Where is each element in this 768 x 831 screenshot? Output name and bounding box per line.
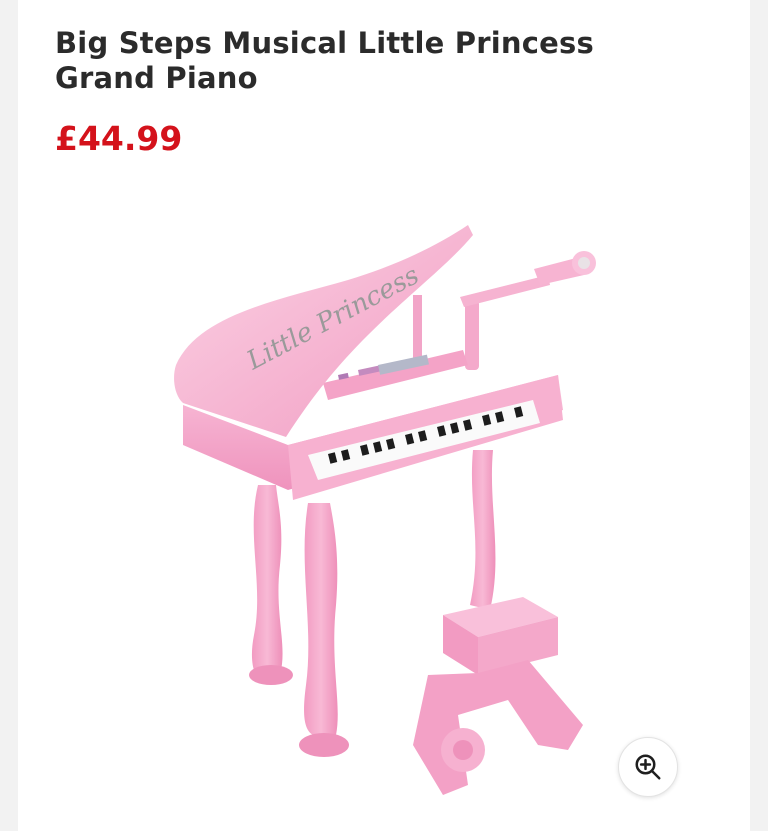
product-title: Big Steps Musical Little Princess Grand … [55,26,594,95]
piano-leg-right [470,450,496,610]
zoom-in-icon [635,754,661,780]
zoom-button[interactable] [618,737,678,797]
product-image[interactable]: Little Princess [138,205,638,825]
piano-leg-front [304,503,338,735]
product-page: Big Steps Musical Little Princess Grand … [18,0,750,831]
piano-leg-back [251,485,283,679]
product-price: £44.99 [55,119,183,158]
piano-stool-base [413,660,583,795]
